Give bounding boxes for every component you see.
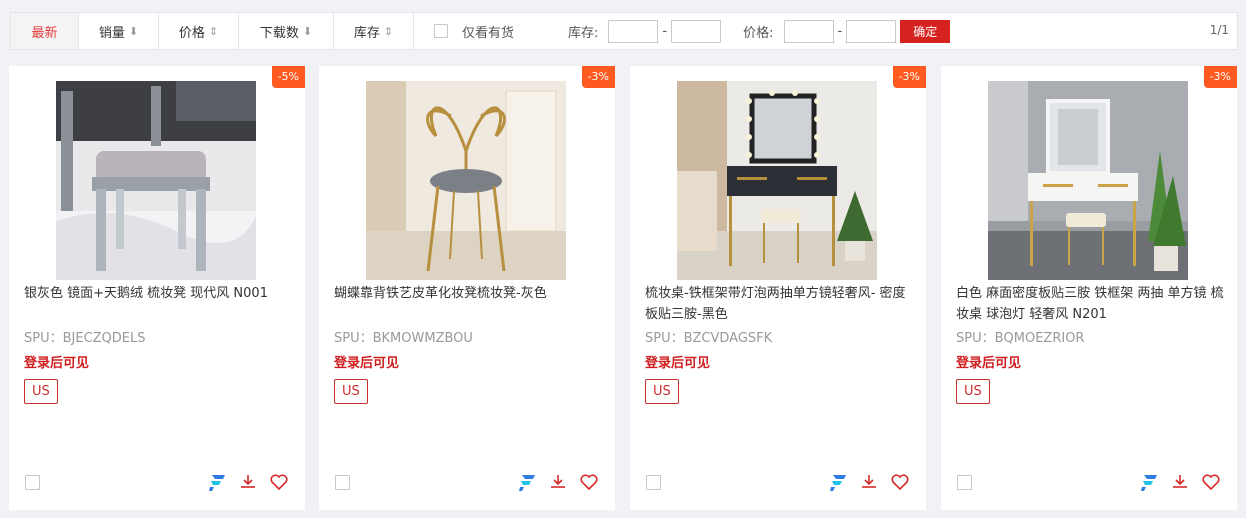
brand-f-icon[interactable] (207, 472, 227, 492)
select-checkbox[interactable] (646, 475, 661, 490)
card-actions (817, 472, 910, 492)
download-icon[interactable] (859, 472, 879, 492)
product-card[interactable]: -5% 银灰色 镜面+天鹅绒 梳妆凳 现代风 N001 SPU：BJECZQDE… (9, 66, 305, 510)
stock-max-input[interactable] (671, 19, 722, 43)
heart-icon[interactable] (890, 472, 910, 492)
sort-tab-label: 最新 (31, 25, 58, 41)
brand-f-icon[interactable] (1139, 472, 1159, 492)
region-tag: US (645, 379, 679, 404)
in-stock-filter: 仅看有货 (434, 22, 514, 41)
sort-tab-label: 库存 (353, 25, 380, 41)
range-separator: - (837, 23, 843, 39)
download-icon[interactable] (238, 472, 258, 492)
product-spu: SPU：BJECZQDELS (24, 331, 146, 346)
select-checkbox[interactable] (25, 475, 40, 490)
price-max-input[interactable] (846, 19, 897, 43)
product-title[interactable]: 蝴蝶靠背铁艺皮革化妆凳梳妆凳-灰色 (334, 283, 604, 327)
heart-icon[interactable] (579, 472, 599, 492)
product-image[interactable] (677, 81, 877, 280)
stock-range-filter: 库存: - (568, 19, 722, 43)
product-card[interactable]: -3% 蝴蝶靠背铁艺皮革化妆凳梳妆凳-灰色 SPU：BKMOWMZBOU 登录后… (319, 66, 615, 510)
sort-tab-downloads[interactable]: 下载数 ⬇ (239, 13, 334, 49)
sort-tab-label: 价格 (178, 25, 205, 41)
select-checkbox[interactable] (335, 475, 350, 490)
sort-tab-stock[interactable]: 库存 ⇕ (334, 13, 414, 49)
sort-tab-label: 下载数 (259, 25, 299, 41)
filter-bar: 最新 销量 ⬇ 价格 ⇕ 下载数 ⬇ 库存 ⇕ 仅看有货 库存: - 价格: -… (10, 12, 1238, 50)
product-image[interactable] (988, 81, 1188, 280)
price-range-label: 价格: (743, 25, 774, 41)
range-separator: - (662, 23, 668, 39)
price-login-notice[interactable]: 登录后可见 (24, 352, 89, 371)
product-spu: SPU：BZCVDAGSFK (645, 331, 773, 346)
sort-updown-icon: ⇕ (383, 24, 394, 38)
sort-tab-price[interactable]: 价格 ⇕ (159, 13, 239, 49)
heart-icon[interactable] (1201, 472, 1221, 492)
price-login-notice[interactable]: 登录后可见 (334, 352, 399, 371)
sort-down-icon: ⬇ (128, 24, 139, 38)
brand-f-icon[interactable] (828, 472, 848, 492)
card-actions (506, 472, 599, 492)
discount-badge: -3% (892, 66, 926, 88)
sort-tab-newest[interactable]: 最新 (11, 13, 79, 49)
download-icon[interactable] (1170, 472, 1190, 492)
in-stock-label: 仅看有货 (462, 25, 515, 41)
product-image[interactable] (56, 81, 256, 280)
product-card[interactable]: -3% 白色 麻面密度板贴三胺 铁框架 两抽 单方镜 梳妆桌 球泡灯 轻奢风 N… (941, 66, 1237, 510)
discount-badge: -3% (581, 66, 615, 88)
top-strip (0, 0, 1246, 4)
price-min-input[interactable] (783, 19, 834, 43)
card-actions (1128, 472, 1221, 492)
in-stock-checkbox[interactable] (434, 24, 448, 38)
discount-badge: -3% (1203, 66, 1237, 88)
product-title[interactable]: 白色 麻面密度板贴三胺 铁框架 两抽 单方镜 梳妆桌 球泡灯 轻奢风 N201 (956, 283, 1226, 327)
select-checkbox[interactable] (957, 475, 972, 490)
discount-badge: -5% (271, 66, 305, 88)
product-spu: SPU：BKMOWMZBOU (334, 331, 473, 346)
sort-down-icon: ⬇ (302, 24, 313, 38)
sort-tab-sales[interactable]: 销量 ⬇ (79, 13, 159, 49)
product-title[interactable]: 银灰色 镜面+天鹅绒 梳妆凳 现代风 N001 (24, 283, 294, 327)
card-actions (196, 472, 289, 492)
stock-range-label: 库存: (568, 25, 599, 41)
heart-icon[interactable] (269, 472, 289, 492)
page-indicator: 1/1 (1209, 23, 1229, 37)
stock-min-input[interactable] (608, 19, 659, 43)
region-tag: US (24, 379, 58, 404)
sort-tab-label: 销量 (98, 25, 125, 41)
price-login-notice[interactable]: 登录后可见 (956, 352, 1021, 371)
price-range-filter: 价格: - 确定 (743, 19, 951, 43)
region-tag: US (334, 379, 368, 404)
confirm-button[interactable]: 确定 (900, 19, 951, 43)
product-title[interactable]: 梳妆桌-铁框架带灯泡两抽单方镜轻奢风- 密度板贴三胺-黑色 (645, 283, 915, 327)
region-tag: US (956, 379, 990, 404)
product-card[interactable]: -3% 梳妆桌-铁框架带灯泡两抽单方镜轻奢风- 密度板贴三胺-黑色 SPU：BZ… (630, 66, 926, 510)
product-image[interactable] (366, 81, 566, 280)
product-spu: SPU：BQMOEZRIOR (956, 331, 1085, 346)
sort-updown-icon: ⇕ (208, 24, 219, 38)
download-icon[interactable] (548, 472, 568, 492)
price-login-notice[interactable]: 登录后可见 (645, 352, 710, 371)
brand-f-icon[interactable] (517, 472, 537, 492)
